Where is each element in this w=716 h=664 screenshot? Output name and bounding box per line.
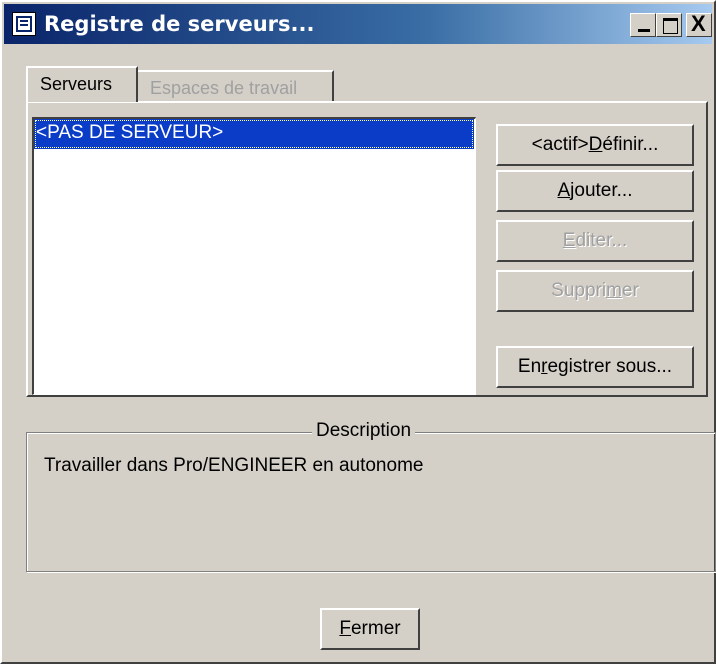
server-list[interactable]: <PAS DE SERVEUR> [32, 117, 476, 395]
set-active-prefix: <actif> [531, 134, 589, 155]
edit-label: diter... [575, 230, 628, 251]
description-legend: Description [312, 420, 416, 442]
add-mnemonic: A [557, 180, 571, 201]
close-button[interactable]: Fermer [320, 608, 420, 650]
maximize-icon [663, 18, 678, 34]
tab-serveurs[interactable]: Serveurs [26, 66, 138, 102]
save-as-button[interactable]: Enregistrer sous... [496, 346, 694, 388]
close-window-button[interactable]: X [686, 11, 712, 37]
add-label: jouter... [570, 180, 633, 201]
save-as-label-start: En [517, 356, 542, 377]
tab-espaces-de-travail[interactable]: Espaces de travail [138, 70, 334, 102]
minimize-icon [638, 29, 650, 32]
list-item[interactable]: <PAS DE SERVEUR> [34, 119, 474, 149]
title-bar[interactable]: Registre de serveurs... X [4, 4, 712, 44]
app-window-icon[interactable] [12, 12, 36, 36]
close-icon: X [691, 11, 706, 36]
close-mnemonic: F [339, 618, 351, 639]
save-as-label-end: egistrer sous... [547, 356, 673, 377]
close-label: ermer [350, 618, 401, 639]
set-active-label: éfinir... [602, 134, 659, 155]
delete-mnemonic: m [606, 280, 622, 301]
edit-button[interactable]: Editer... [496, 220, 694, 262]
delete-label-end: er [621, 280, 639, 301]
delete-button[interactable]: Supprimer [496, 270, 694, 312]
window-title: Registre de serveurs... [44, 12, 315, 36]
description-text: Travailler dans Pro/ENGINEER en autonome [44, 455, 424, 476]
add-button[interactable]: Ajouter... [496, 170, 694, 212]
delete-label-start: Suppri [551, 280, 607, 301]
edit-mnemonic: E [562, 230, 576, 251]
description-group [26, 432, 716, 572]
set-active-button[interactable]: <actif>Définir... [496, 124, 694, 166]
minimize-button[interactable] [630, 13, 656, 37]
maximize-button[interactable] [656, 13, 682, 37]
set-active-mnemonic: D [588, 134, 603, 155]
